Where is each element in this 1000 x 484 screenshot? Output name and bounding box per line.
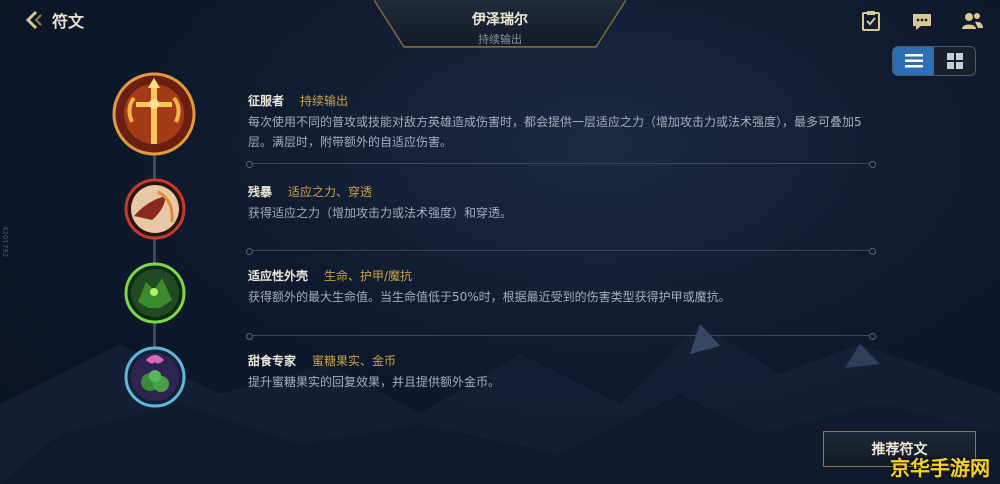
rune-entry-adaptive-carapace: 适应性外壳 生命、护甲/魔抗 获得额外的最大生命值。当生命值低于50%时，根据最…: [248, 268, 878, 307]
sweet-tooth-icon[interactable]: [124, 346, 186, 408]
back-chevron-icon: [25, 10, 42, 30]
rune-tag: 适应之力、穿透: [288, 185, 373, 199]
back-label: 符文: [52, 12, 85, 31]
hero-name: 伊泽瑞尔: [472, 12, 528, 28]
adaptive-carapace-icon[interactable]: [124, 262, 186, 324]
grid-icon: [946, 53, 963, 69]
rune-description: 每次使用不同的普攻或技能对敌方英雄造成伤害时，都会提供一层适应之力（增加攻击力或…: [248, 115, 862, 149]
rune-description: 获得适应之力（增加攻击力或法术强度）和穿透。: [248, 206, 513, 220]
chat-icon[interactable]: [911, 10, 933, 32]
grid-view-button[interactable]: [934, 47, 975, 75]
site-watermark: 京华手游网: [890, 456, 990, 480]
brutal-icon[interactable]: [124, 178, 186, 240]
rune-tag: 蜜糖果实、金币: [312, 354, 397, 368]
rune-name: 征服者: [248, 94, 285, 108]
divider: [246, 161, 876, 168]
rune-entry-brutal: 残暴 适应之力、穿透 获得适应之力（增加攻击力或法术强度）和穿透。: [248, 184, 878, 223]
rune-description: 提升蜜糖果实的回复效果，并且提供额外金币。: [248, 375, 501, 389]
list-icon: [904, 54, 923, 68]
hero-role: 持续输出: [478, 33, 522, 46]
rune-tag: 生命、护甲/魔抗: [324, 269, 413, 283]
conqueror-icon[interactable]: [112, 72, 196, 156]
list-view-button[interactable]: [893, 47, 934, 75]
rune-name: 甜食专家: [248, 354, 297, 368]
top-bar: 符文 伊泽瑞尔 持续输出: [0, 0, 1000, 48]
rune-name: 残暴: [248, 185, 273, 199]
divider: [246, 248, 876, 255]
checklist-icon[interactable]: [860, 10, 882, 32]
rune-entry-conqueror: 征服者 持续输出 每次使用不同的普攻或技能对敌方英雄造成伤害时，都会提供一层适应…: [248, 93, 878, 152]
build-id: 4201792: [1, 226, 9, 258]
rune-tag: 持续输出: [300, 94, 349, 108]
divider: [246, 333, 876, 340]
view-toggle: [892, 46, 976, 76]
rune-description: 获得额外的最大生命值。当生命值低于50%时，根据最近受到的伤害类型获得护甲或魔抗…: [248, 290, 731, 304]
rune-entry-sweet-tooth: 甜食专家 蜜糖果实、金币 提升蜜糖果实的回复效果，并且提供额外金币。: [248, 353, 878, 392]
rune-name: 适应性外壳: [248, 269, 309, 283]
back-button[interactable]: 符文: [22, 8, 84, 32]
friends-icon[interactable]: [961, 10, 983, 32]
